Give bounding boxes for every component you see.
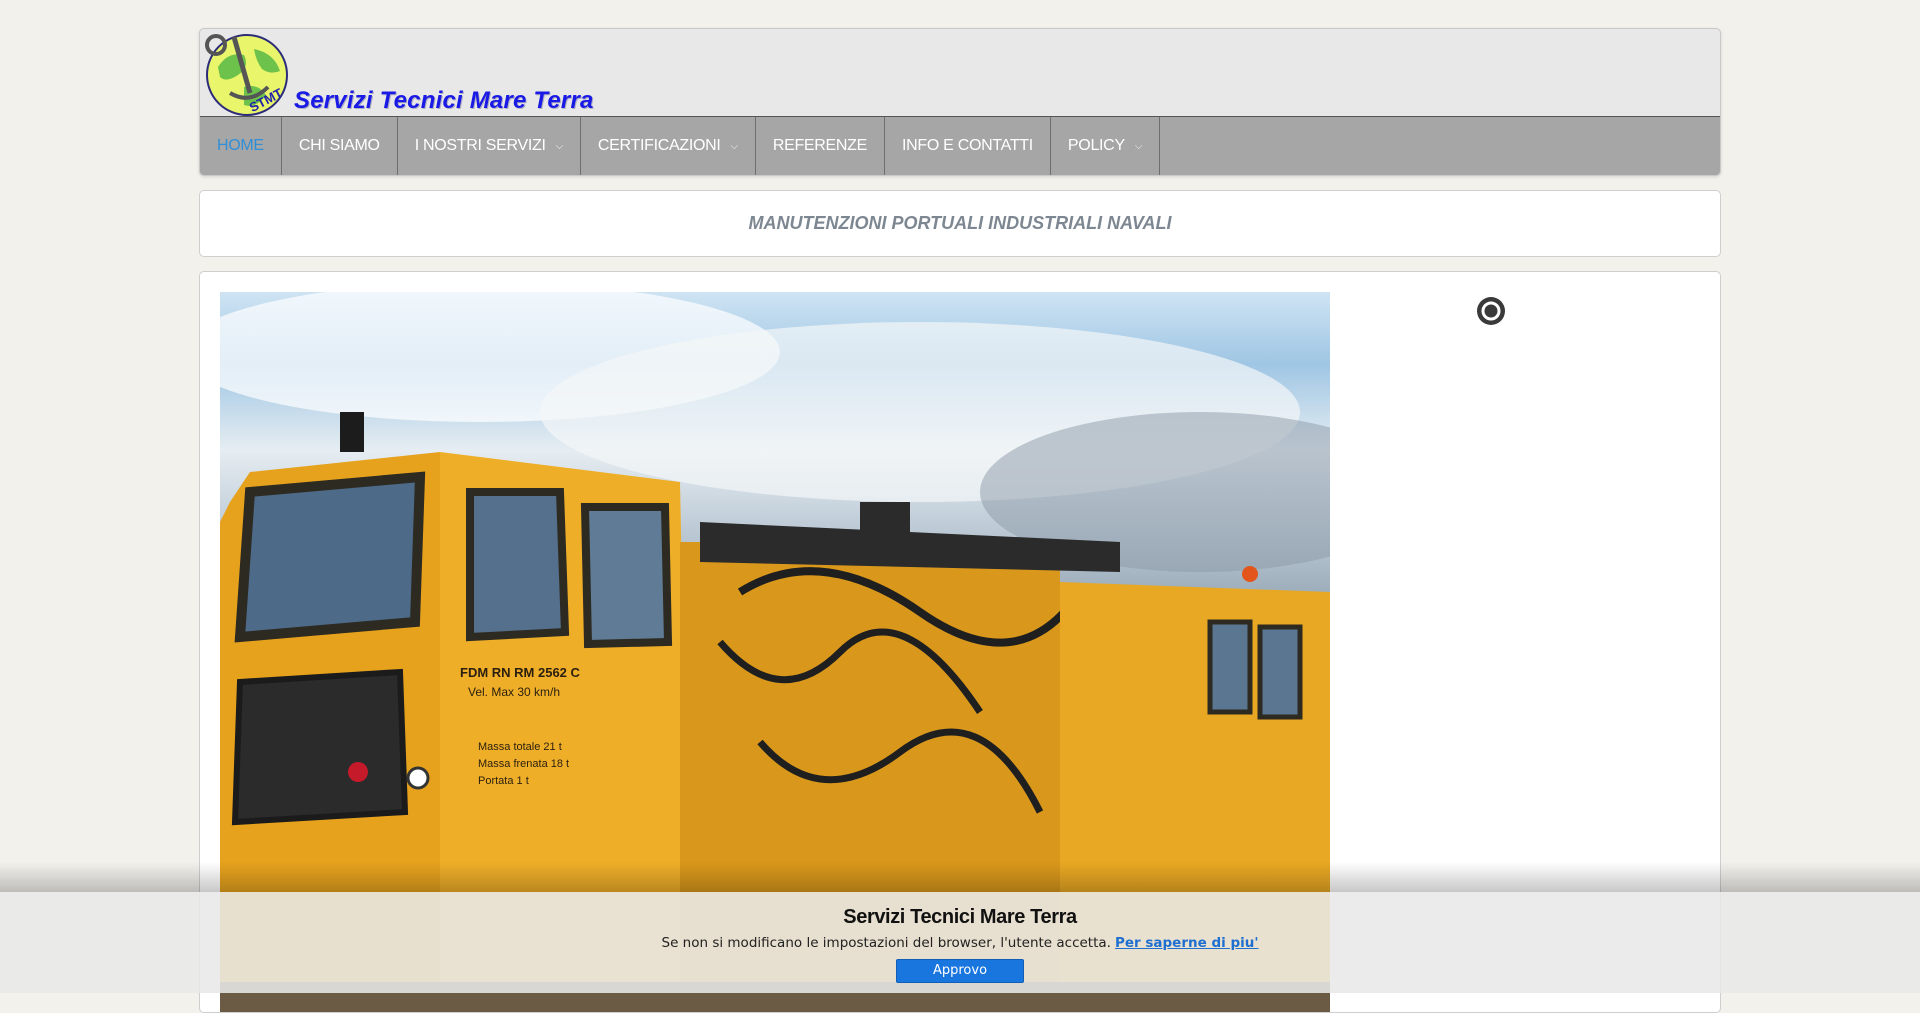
nav-label: I NOSTRI SERVIZI xyxy=(414,137,546,154)
chevron-down-icon: ⌵ xyxy=(730,140,739,152)
tagline-text: MANUTENZIONI PORTUALI INDUSTRIALI NAVALI xyxy=(748,213,1172,233)
brand-bar: STMT Servizi Tecnici Mare Terra xyxy=(200,29,1720,116)
cookie-text: Se non si modificano le impostazioni del… xyxy=(661,935,1111,951)
sign-line: Massa totale 21 t xyxy=(478,741,562,753)
cookie-accept-button[interactable]: Approvo xyxy=(896,959,1024,983)
nav-label: HOME xyxy=(217,137,264,154)
nav-label: CHI SIAMO xyxy=(298,137,380,154)
nav-item-info-e-contatti[interactable]: INFO E CONTATTI xyxy=(885,117,1051,175)
site-header: STMT Servizi Tecnici Mare Terra HOME CHI… xyxy=(199,28,1721,176)
cookie-message: Se non si modificano le impostazioni del… xyxy=(0,935,1920,951)
tagline-box: MANUTENZIONI PORTUALI INDUSTRIALI NAVALI xyxy=(199,190,1721,257)
nav-item-i-nostri-servizi[interactable]: I NOSTRI SERVIZI ⌵ xyxy=(398,117,581,175)
nav-item-home[interactable]: HOME xyxy=(200,117,282,175)
cookie-banner: Servizi Tecnici Mare Terra Se non si mod… xyxy=(0,892,1920,993)
cookie-bar-shadow xyxy=(0,862,1920,892)
nav-item-certificazioni[interactable]: CERTIFICAZIONI ⌵ xyxy=(581,117,756,175)
sign-line: FDM RN RM 2562 C xyxy=(460,665,581,680)
cookie-more-info-link[interactable]: Per saperne di piu' xyxy=(1115,935,1259,951)
brand-title[interactable]: Servizi Tecnici Mare Terra xyxy=(294,87,594,115)
sign-line: Massa frenata 18 t xyxy=(478,758,569,770)
chevron-down-icon: ⌵ xyxy=(555,140,564,152)
sign-line: Portata 1 t xyxy=(478,775,529,787)
nav-label: INFO E CONTATTI xyxy=(902,137,1033,154)
nav-label: CERTIFICAZIONI xyxy=(597,137,721,154)
cookie-title: Servizi Tecnici Mare Terra xyxy=(843,906,1077,928)
nav-label: REFERENZE xyxy=(772,137,868,154)
nav-label: POLICY xyxy=(1067,137,1125,154)
nav-item-referenze[interactable]: REFERENZE xyxy=(756,117,886,175)
chevron-down-icon: ⌵ xyxy=(1134,140,1143,152)
spinner-icon xyxy=(1477,297,1505,325)
nav-item-chi-siamo[interactable]: CHI SIAMO xyxy=(282,117,398,175)
sign-line: Vel. Max 30 km/h xyxy=(468,685,560,699)
nav-item-policy[interactable]: POLICY ⌵ xyxy=(1051,117,1161,175)
main-nav: HOME CHI SIAMO I NOSTRI SERVIZI ⌵ CERTIFI… xyxy=(200,116,1720,175)
company-logo[interactable]: STMT xyxy=(204,31,290,117)
